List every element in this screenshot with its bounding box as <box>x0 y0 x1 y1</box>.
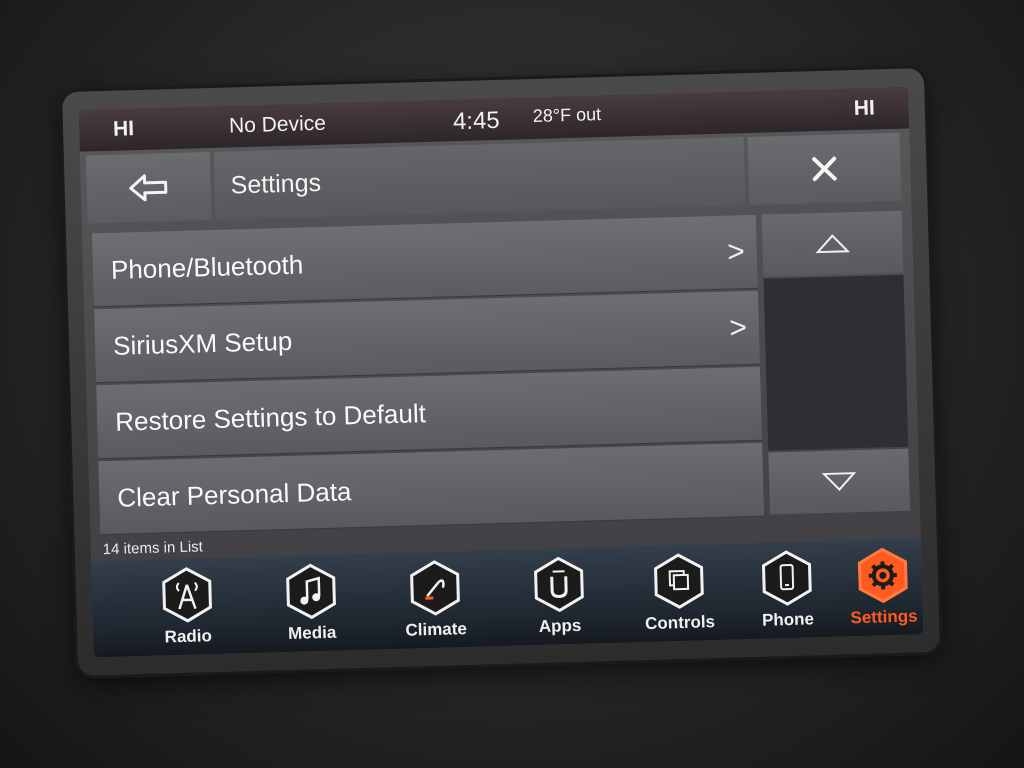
music-note-icon <box>286 563 336 620</box>
nav-label: Apps <box>538 615 582 637</box>
bottom-nav: Radio Media Climate Apps Controls Phone … <box>91 538 924 658</box>
triangle-up-icon <box>815 234 850 254</box>
scroll-down-button[interactable] <box>768 448 911 515</box>
back-button[interactable] <box>85 152 212 224</box>
climate-icon <box>410 560 460 616</box>
device-status: No Device <box>228 111 327 138</box>
list-item-label: Phone/Bluetooth <box>110 249 304 285</box>
nav-radio[interactable]: Radio <box>131 565 243 654</box>
nav-label: Radio <box>164 626 213 647</box>
nav-label: Media <box>287 622 337 644</box>
nav-apps[interactable]: Apps <box>503 555 615 644</box>
list-item-label: Restore Settings to Default <box>114 398 427 437</box>
back-arrow-icon <box>129 174 168 202</box>
close-icon <box>812 156 837 182</box>
list-count: 14 items in List <box>102 538 204 559</box>
nav-controls[interactable]: Controls <box>623 552 735 641</box>
driver-temp[interactable]: HI <box>113 117 135 142</box>
page-title: Settings <box>213 137 746 220</box>
list-item-clear-personal-data[interactable]: Clear Personal Data <box>98 442 765 536</box>
outside-temp: 28°F out <box>532 104 602 127</box>
close-button[interactable] <box>747 132 902 205</box>
nav-label: Phone <box>761 609 815 630</box>
nav-settings[interactable]: Settings <box>827 546 923 635</box>
nav-media[interactable]: Media <box>255 562 367 651</box>
list-item-label: Clear Personal Data <box>116 476 352 513</box>
clock: 4:45 <box>452 106 501 136</box>
chevron-right-icon: > <box>728 311 748 345</box>
nav-label: Settings <box>850 606 918 628</box>
nav-label: Controls <box>644 612 716 634</box>
passenger-temp[interactable]: HI <box>853 96 875 121</box>
nav-climate[interactable]: Climate <box>379 558 491 647</box>
gear-icon <box>857 547 908 604</box>
screen-bezel: HI No Device 4:45 28°F out HI Settings P… <box>62 68 940 676</box>
chevron-right-icon: > <box>726 235 746 269</box>
settings-list: Phone/Bluetooth > SiriusXM Setup > Resto… <box>82 210 920 536</box>
radio-tower-icon <box>162 567 212 623</box>
controls-icon <box>654 553 704 609</box>
nav-label: Climate <box>405 619 468 640</box>
triangle-down-icon <box>821 472 857 492</box>
list-item-label: SiriusXM Setup <box>112 325 293 361</box>
apps-icon <box>534 556 584 613</box>
scroll-up-button[interactable] <box>761 210 904 277</box>
scroll-track[interactable] <box>763 274 909 451</box>
infotainment-screen: HI No Device 4:45 28°F out HI Settings P… <box>78 86 924 658</box>
phone-icon <box>761 550 812 606</box>
